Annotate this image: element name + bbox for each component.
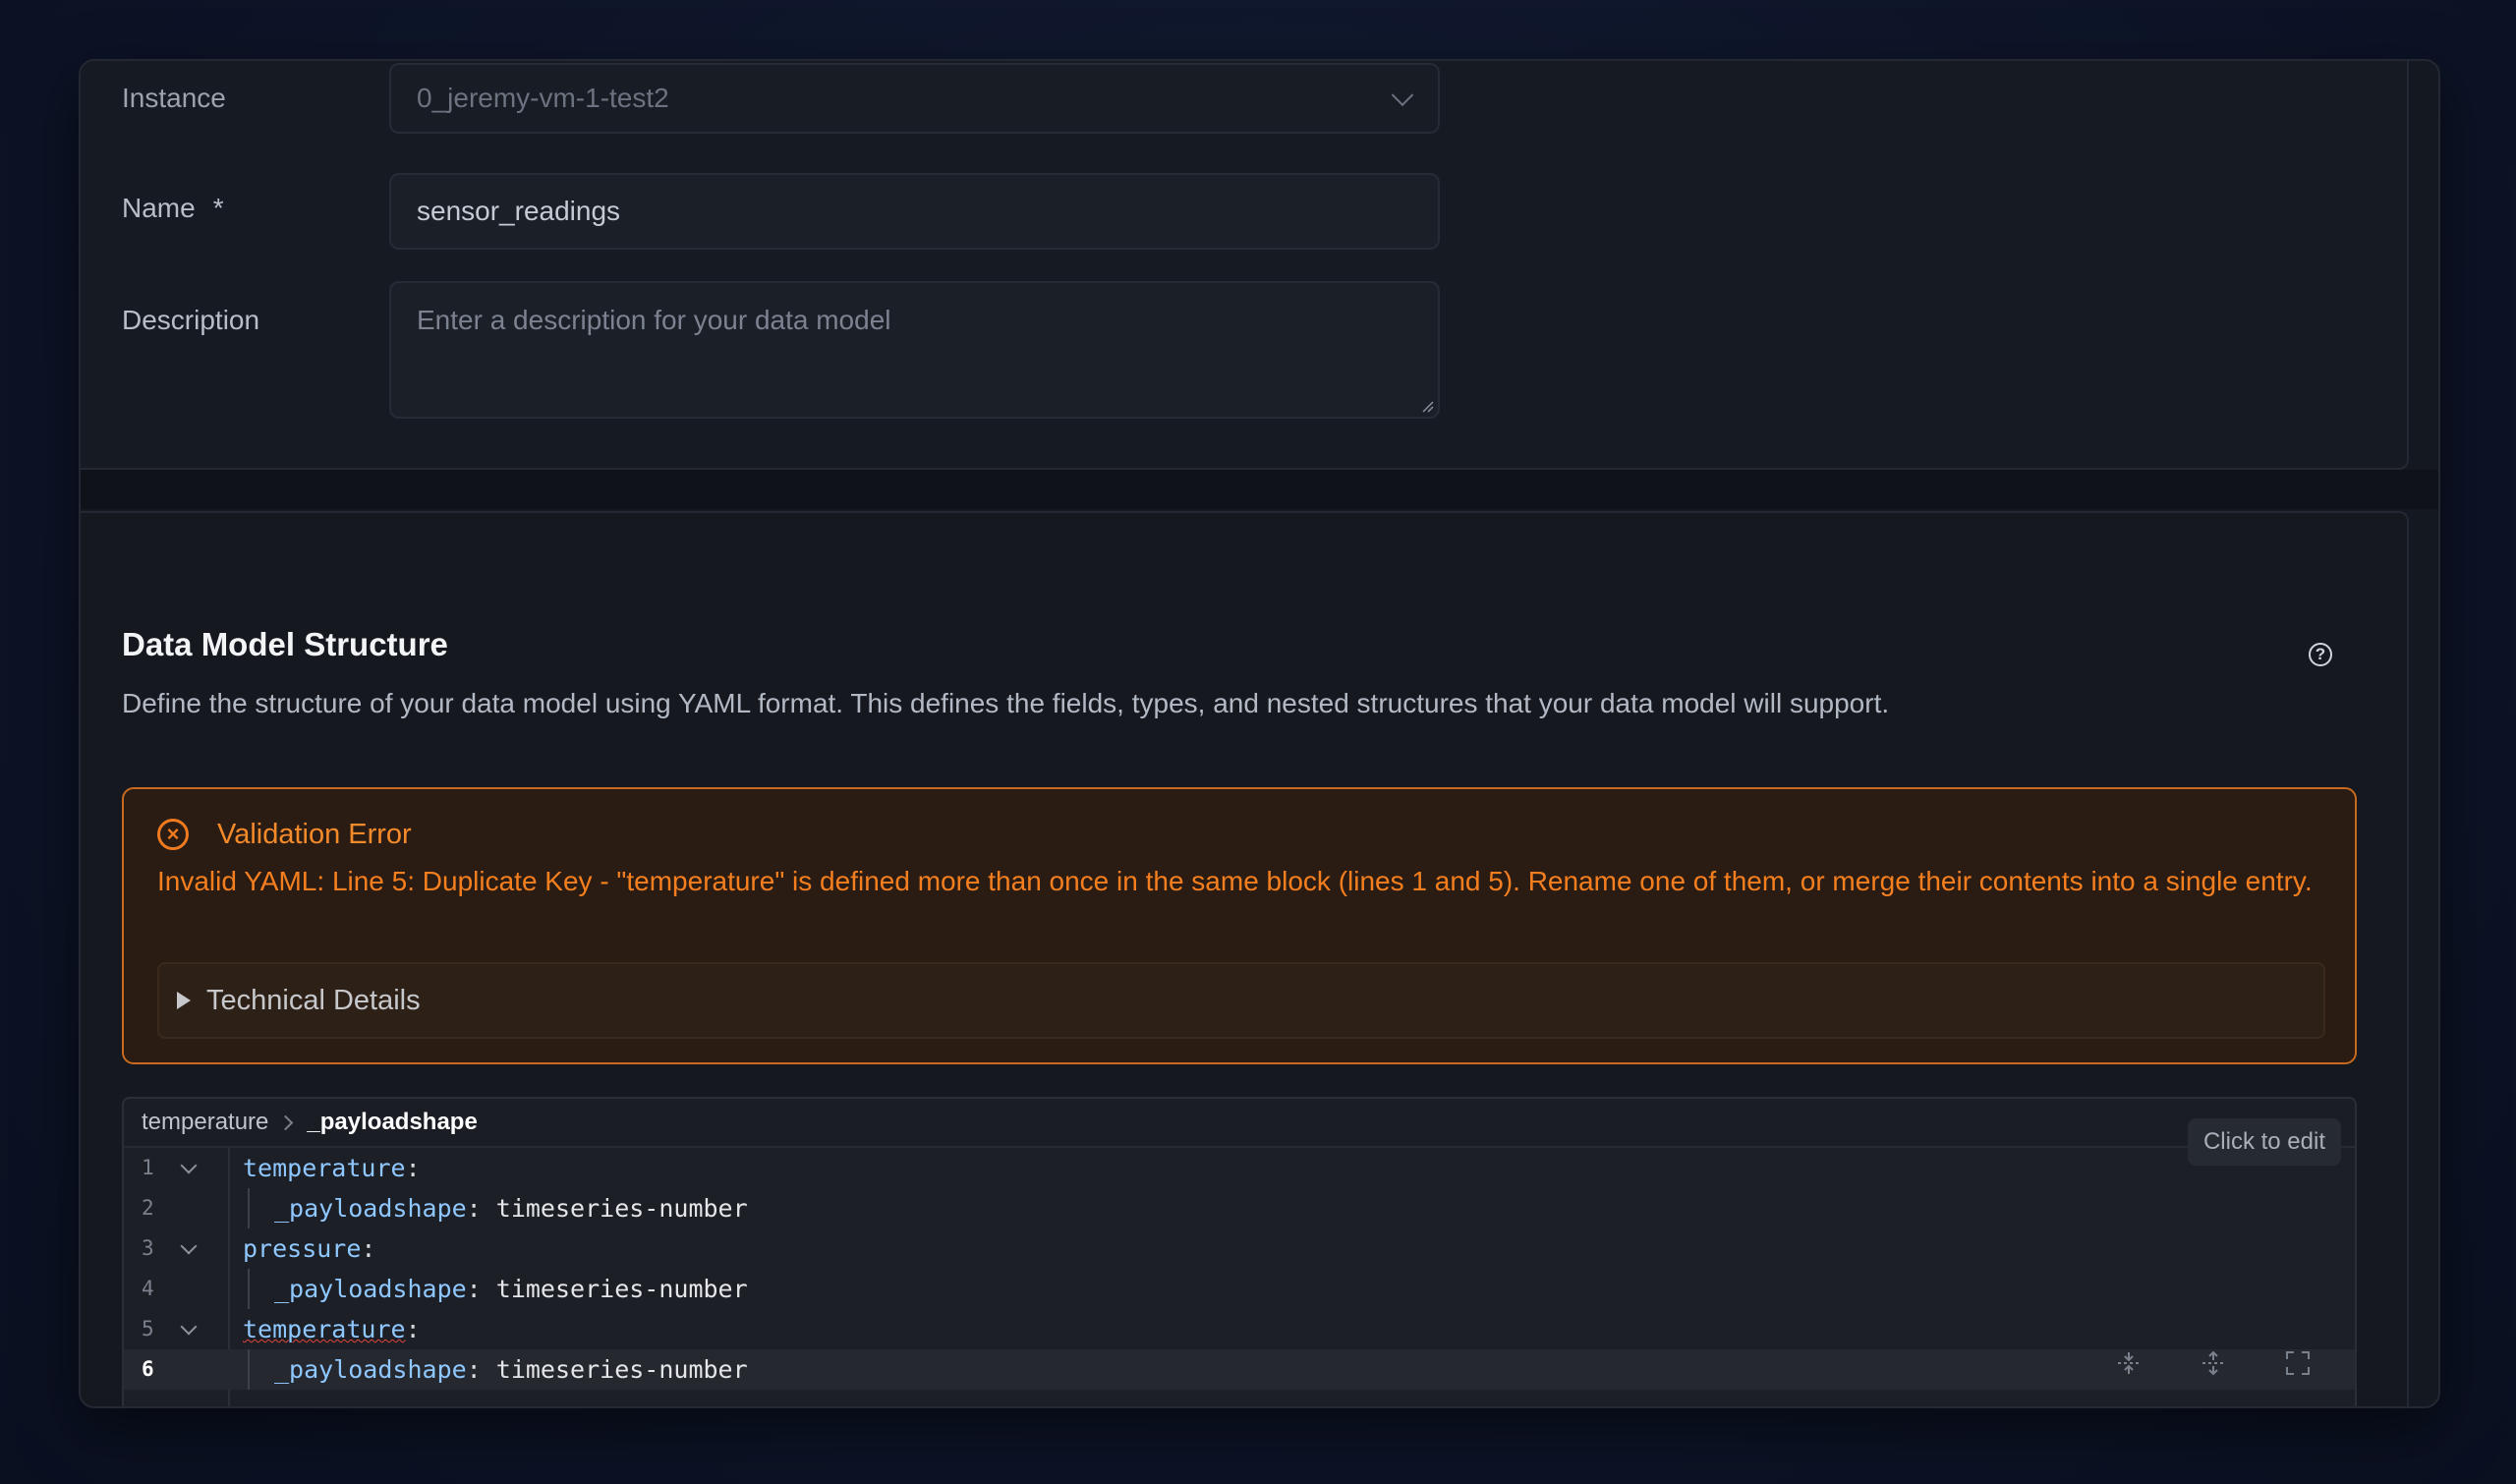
indent-guide (248, 1349, 250, 1390)
instance-label: Instance (122, 83, 226, 113)
fold-chevron-icon[interactable] (180, 1318, 198, 1336)
name-label: Name * (122, 193, 224, 223)
chevron-down-icon (1391, 84, 1414, 107)
section-title: Data Model Structure (122, 626, 448, 662)
instance-value: 0_jeremy-vm-1-test2 (417, 83, 669, 113)
data-model-dialog: Instance 0_jeremy-vm-1-test2 Name * senso… (79, 59, 2440, 1408)
general-settings-section: Instance 0_jeremy-vm-1-test2 Name * senso… (81, 61, 2409, 470)
structure-section: Data Model Structure ? Define the struct… (81, 511, 2409, 1406)
line-number: 1 (142, 1156, 154, 1179)
code-line: 4 _payloadshape: timeseries-number (124, 1269, 2355, 1309)
code-text: temperature: (243, 1315, 421, 1343)
code-text: pressure: (243, 1234, 376, 1263)
indent-guide (248, 1269, 250, 1309)
section-description: Define the structure of your data model … (122, 688, 1890, 718)
line-number: 4 (142, 1277, 154, 1300)
collapse-all-icon[interactable] (2114, 1348, 2144, 1378)
chevron-right-icon (278, 1114, 294, 1130)
x-circle-icon: × (157, 819, 189, 850)
fold-chevron-icon[interactable] (180, 1237, 198, 1255)
code-line: 3 pressure: (124, 1228, 2355, 1269)
indent-guide (248, 1188, 250, 1228)
question-circle-icon[interactable]: ? (2309, 643, 2332, 666)
line-number: 3 (142, 1236, 154, 1260)
name-value: sensor_readings (417, 196, 621, 226)
fold-chevron-icon[interactable] (180, 1157, 198, 1174)
section-divider (81, 470, 2438, 509)
description-label: Description (122, 305, 260, 335)
triangle-right-icon (177, 992, 191, 1009)
fullscreen-icon[interactable] (2283, 1348, 2313, 1378)
code-text: temperature: (243, 1154, 421, 1182)
resize-handle-icon[interactable] (1420, 399, 1434, 413)
breadcrumb-item[interactable]: temperature (142, 1109, 268, 1136)
line-number: 2 (142, 1196, 154, 1220)
line-number: 5 (142, 1317, 154, 1341)
code-line: 5 temperature: (124, 1309, 2355, 1349)
code-line: 1 temperature: (124, 1148, 2355, 1188)
expand-all-icon[interactable] (2199, 1348, 2228, 1378)
error-message: Invalid YAML: Line 5: Duplicate Key - "t… (157, 866, 2313, 896)
description-textarea[interactable]: Enter a description for your data model (389, 281, 1440, 419)
name-input[interactable]: sensor_readings (389, 173, 1440, 250)
technical-details-label: Technical Details (206, 984, 421, 1016)
validation-error-alert: × Validation Error Invalid YAML: Line 5:… (122, 787, 2357, 1064)
code-text: _payloadshape: timeseries-number (274, 1275, 748, 1303)
code-line: 2 _payloadshape: timeseries-number (124, 1188, 2355, 1228)
error-title: Validation Error (217, 819, 412, 850)
code-text: _payloadshape: timeseries-number (274, 1355, 748, 1384)
line-number: 6 (142, 1357, 154, 1381)
code-text: _payloadshape: timeseries-number (274, 1194, 748, 1223)
click-to-edit-button[interactable]: Click to edit (2187, 1118, 2341, 1166)
required-asterisk: * (212, 193, 224, 223)
instance-select: 0_jeremy-vm-1-test2 (389, 63, 1440, 134)
code-area[interactable]: 1 temperature: 2 _payloadshape: timeseri… (124, 1148, 2355, 1406)
breadcrumb: temperature _payloadshape (124, 1099, 2355, 1148)
description-placeholder: Enter a description for your data model (417, 305, 891, 335)
breadcrumb-item-current[interactable]: _payloadshape (307, 1109, 477, 1136)
yaml-editor[interactable]: temperature _payloadshape 1 temperature:… (122, 1097, 2357, 1406)
technical-details-toggle[interactable]: Technical Details (157, 962, 2325, 1039)
code-line-active: 6 _payloadshape: timeseries-number (124, 1349, 2355, 1390)
